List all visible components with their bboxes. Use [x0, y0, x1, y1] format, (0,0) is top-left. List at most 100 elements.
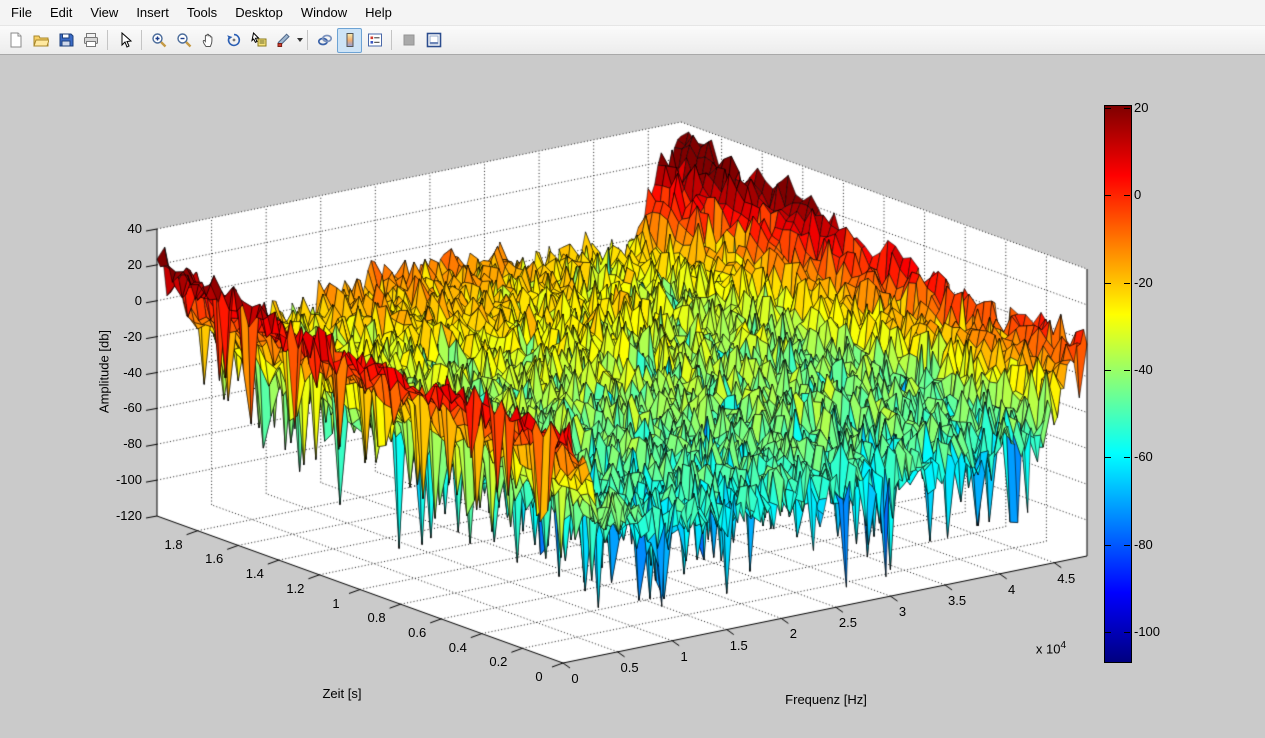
y-axis-tick-label: 1.2	[269, 581, 321, 597]
y-axis-label: Zeit [s]	[282, 686, 402, 701]
open-folder-icon	[33, 32, 49, 48]
z-axis-tick-label: -20	[96, 329, 142, 345]
x-axis-exponent: x 104	[1026, 640, 1076, 656]
colorbar-icon	[342, 32, 358, 48]
pan-hand-icon	[201, 32, 217, 48]
toolbar-separator	[141, 30, 142, 50]
insert-legend-button[interactable]	[362, 28, 387, 53]
rotate-3d-icon	[226, 32, 242, 48]
y-axis-tick-label: 0.6	[391, 625, 443, 641]
z-axis-tick-label: -40	[96, 365, 142, 381]
z-axis-tick-label: -100	[96, 472, 142, 488]
x-axis-tick-label: 4	[986, 582, 1038, 598]
y-axis-tick-label: 0.2	[472, 654, 524, 670]
y-axis-tick-label: 1	[310, 596, 362, 612]
colorbar-tick-label: 20	[1134, 100, 1184, 116]
link-chain-icon	[317, 32, 333, 48]
plot-3d-surface[interactable]	[0, 55, 1265, 738]
colorbar-tick-label: -40	[1134, 362, 1184, 378]
data-cursor-button[interactable]	[246, 28, 271, 53]
zoom-in-button[interactable]	[146, 28, 171, 53]
x-exponent-power: 4	[1061, 640, 1067, 651]
x-exponent-base: x 10	[1036, 641, 1061, 656]
colorbar-tick-label: 0	[1134, 187, 1184, 203]
y-axis-tick-label: 1.4	[229, 566, 281, 582]
pan-button[interactable]	[196, 28, 221, 53]
colorbar-tick-mark	[1124, 283, 1130, 284]
legend-icon	[367, 32, 383, 48]
colorbar-tick-mark	[1124, 457, 1130, 458]
edit-plot-button[interactable]	[112, 28, 137, 53]
colorbar-tick-mark	[1124, 632, 1130, 633]
save-floppy-icon	[58, 32, 74, 48]
menu-item-help[interactable]: Help	[356, 1, 401, 24]
colorbar-tick-mark	[1124, 195, 1130, 196]
menubar: File Edit View Insert Tools Desktop Wind…	[0, 0, 1265, 26]
open-file-button[interactable]	[28, 28, 53, 53]
print-figure-button[interactable]	[78, 28, 103, 53]
zoom-out-button[interactable]	[171, 28, 196, 53]
menu-item-tools[interactable]: Tools	[178, 1, 226, 24]
z-axis-tick-label: 20	[96, 257, 142, 273]
colorbar-tick-mark	[1105, 108, 1111, 109]
figure-toolbar	[0, 26, 1265, 55]
menu-item-insert[interactable]: Insert	[127, 1, 178, 24]
zoom-in-icon	[151, 32, 167, 48]
printer-icon	[83, 32, 99, 48]
z-axis-tick-label: 0	[96, 293, 142, 309]
colorbar-tick-mark	[1105, 283, 1111, 284]
colorbar-tick-mark	[1105, 457, 1111, 458]
new-figure-button[interactable]	[3, 28, 28, 53]
z-axis-tick-label: 40	[96, 221, 142, 237]
colorbar-tick-label: -80	[1134, 537, 1184, 553]
pointer-arrow-icon	[117, 32, 133, 48]
brush-data-button[interactable]	[271, 28, 296, 53]
menu-item-edit[interactable]: Edit	[41, 1, 81, 24]
x-axis-tick-label: 1	[658, 649, 710, 665]
new-document-icon	[8, 32, 24, 48]
y-axis-tick-label: 0.4	[432, 640, 484, 656]
colorbar-tick-mark	[1105, 632, 1111, 633]
menu-item-view[interactable]: View	[81, 1, 127, 24]
colorbar-tick-label: -100	[1134, 624, 1184, 640]
colorbar-tick-mark	[1105, 195, 1111, 196]
colorbar-tick-label: -60	[1134, 449, 1184, 465]
x-axis-tick-label: 4.5	[1040, 571, 1092, 587]
colorbar-tick-mark	[1124, 370, 1130, 371]
menu-item-desktop[interactable]: Desktop	[226, 1, 292, 24]
x-axis-tick-label: 3.5	[931, 593, 983, 609]
colorbar-tick-mark	[1105, 545, 1111, 546]
y-axis-tick-label: 1.8	[148, 537, 200, 553]
y-axis-tick-label: 1.6	[188, 551, 240, 567]
figure-canvas-area	[0, 55, 1265, 738]
x-axis-tick-label: 0.5	[604, 660, 656, 676]
toolbar-separator	[107, 30, 108, 50]
brush-icon	[276, 32, 292, 48]
z-axis-tick-label: -60	[96, 400, 142, 416]
link-plots-button[interactable]	[312, 28, 337, 53]
rotate-3d-button[interactable]	[221, 28, 246, 53]
x-axis-label: Frequenz [Hz]	[766, 692, 886, 707]
hide-plot-tools-icon	[401, 32, 417, 48]
show-plot-tools-button[interactable]	[421, 28, 446, 53]
x-axis-tick-label: 2.5	[822, 615, 874, 631]
toolbar-separator	[307, 30, 308, 50]
colorbar-tick-label: -20	[1134, 275, 1184, 291]
colorbar-tick-mark	[1105, 370, 1111, 371]
menu-item-window[interactable]: Window	[292, 1, 356, 24]
show-plot-tools-icon	[426, 32, 442, 48]
brush-dropdown-caret[interactable]	[297, 38, 303, 42]
save-figure-button[interactable]	[53, 28, 78, 53]
z-axis-tick-label: -120	[96, 508, 142, 524]
hide-plot-tools-button[interactable]	[396, 28, 421, 53]
menu-item-file[interactable]: File	[2, 1, 41, 24]
colorbar	[1104, 105, 1132, 663]
z-axis-tick-label: -80	[96, 436, 142, 452]
colorbar-tick-mark	[1124, 545, 1130, 546]
x-axis-tick-label: 0	[549, 671, 601, 687]
toolbar-separator	[391, 30, 392, 50]
insert-colorbar-button[interactable]	[337, 28, 362, 53]
y-axis-tick-label: 0.8	[351, 610, 403, 626]
colorbar-tick-mark	[1124, 108, 1130, 109]
zoom-out-icon	[176, 32, 192, 48]
